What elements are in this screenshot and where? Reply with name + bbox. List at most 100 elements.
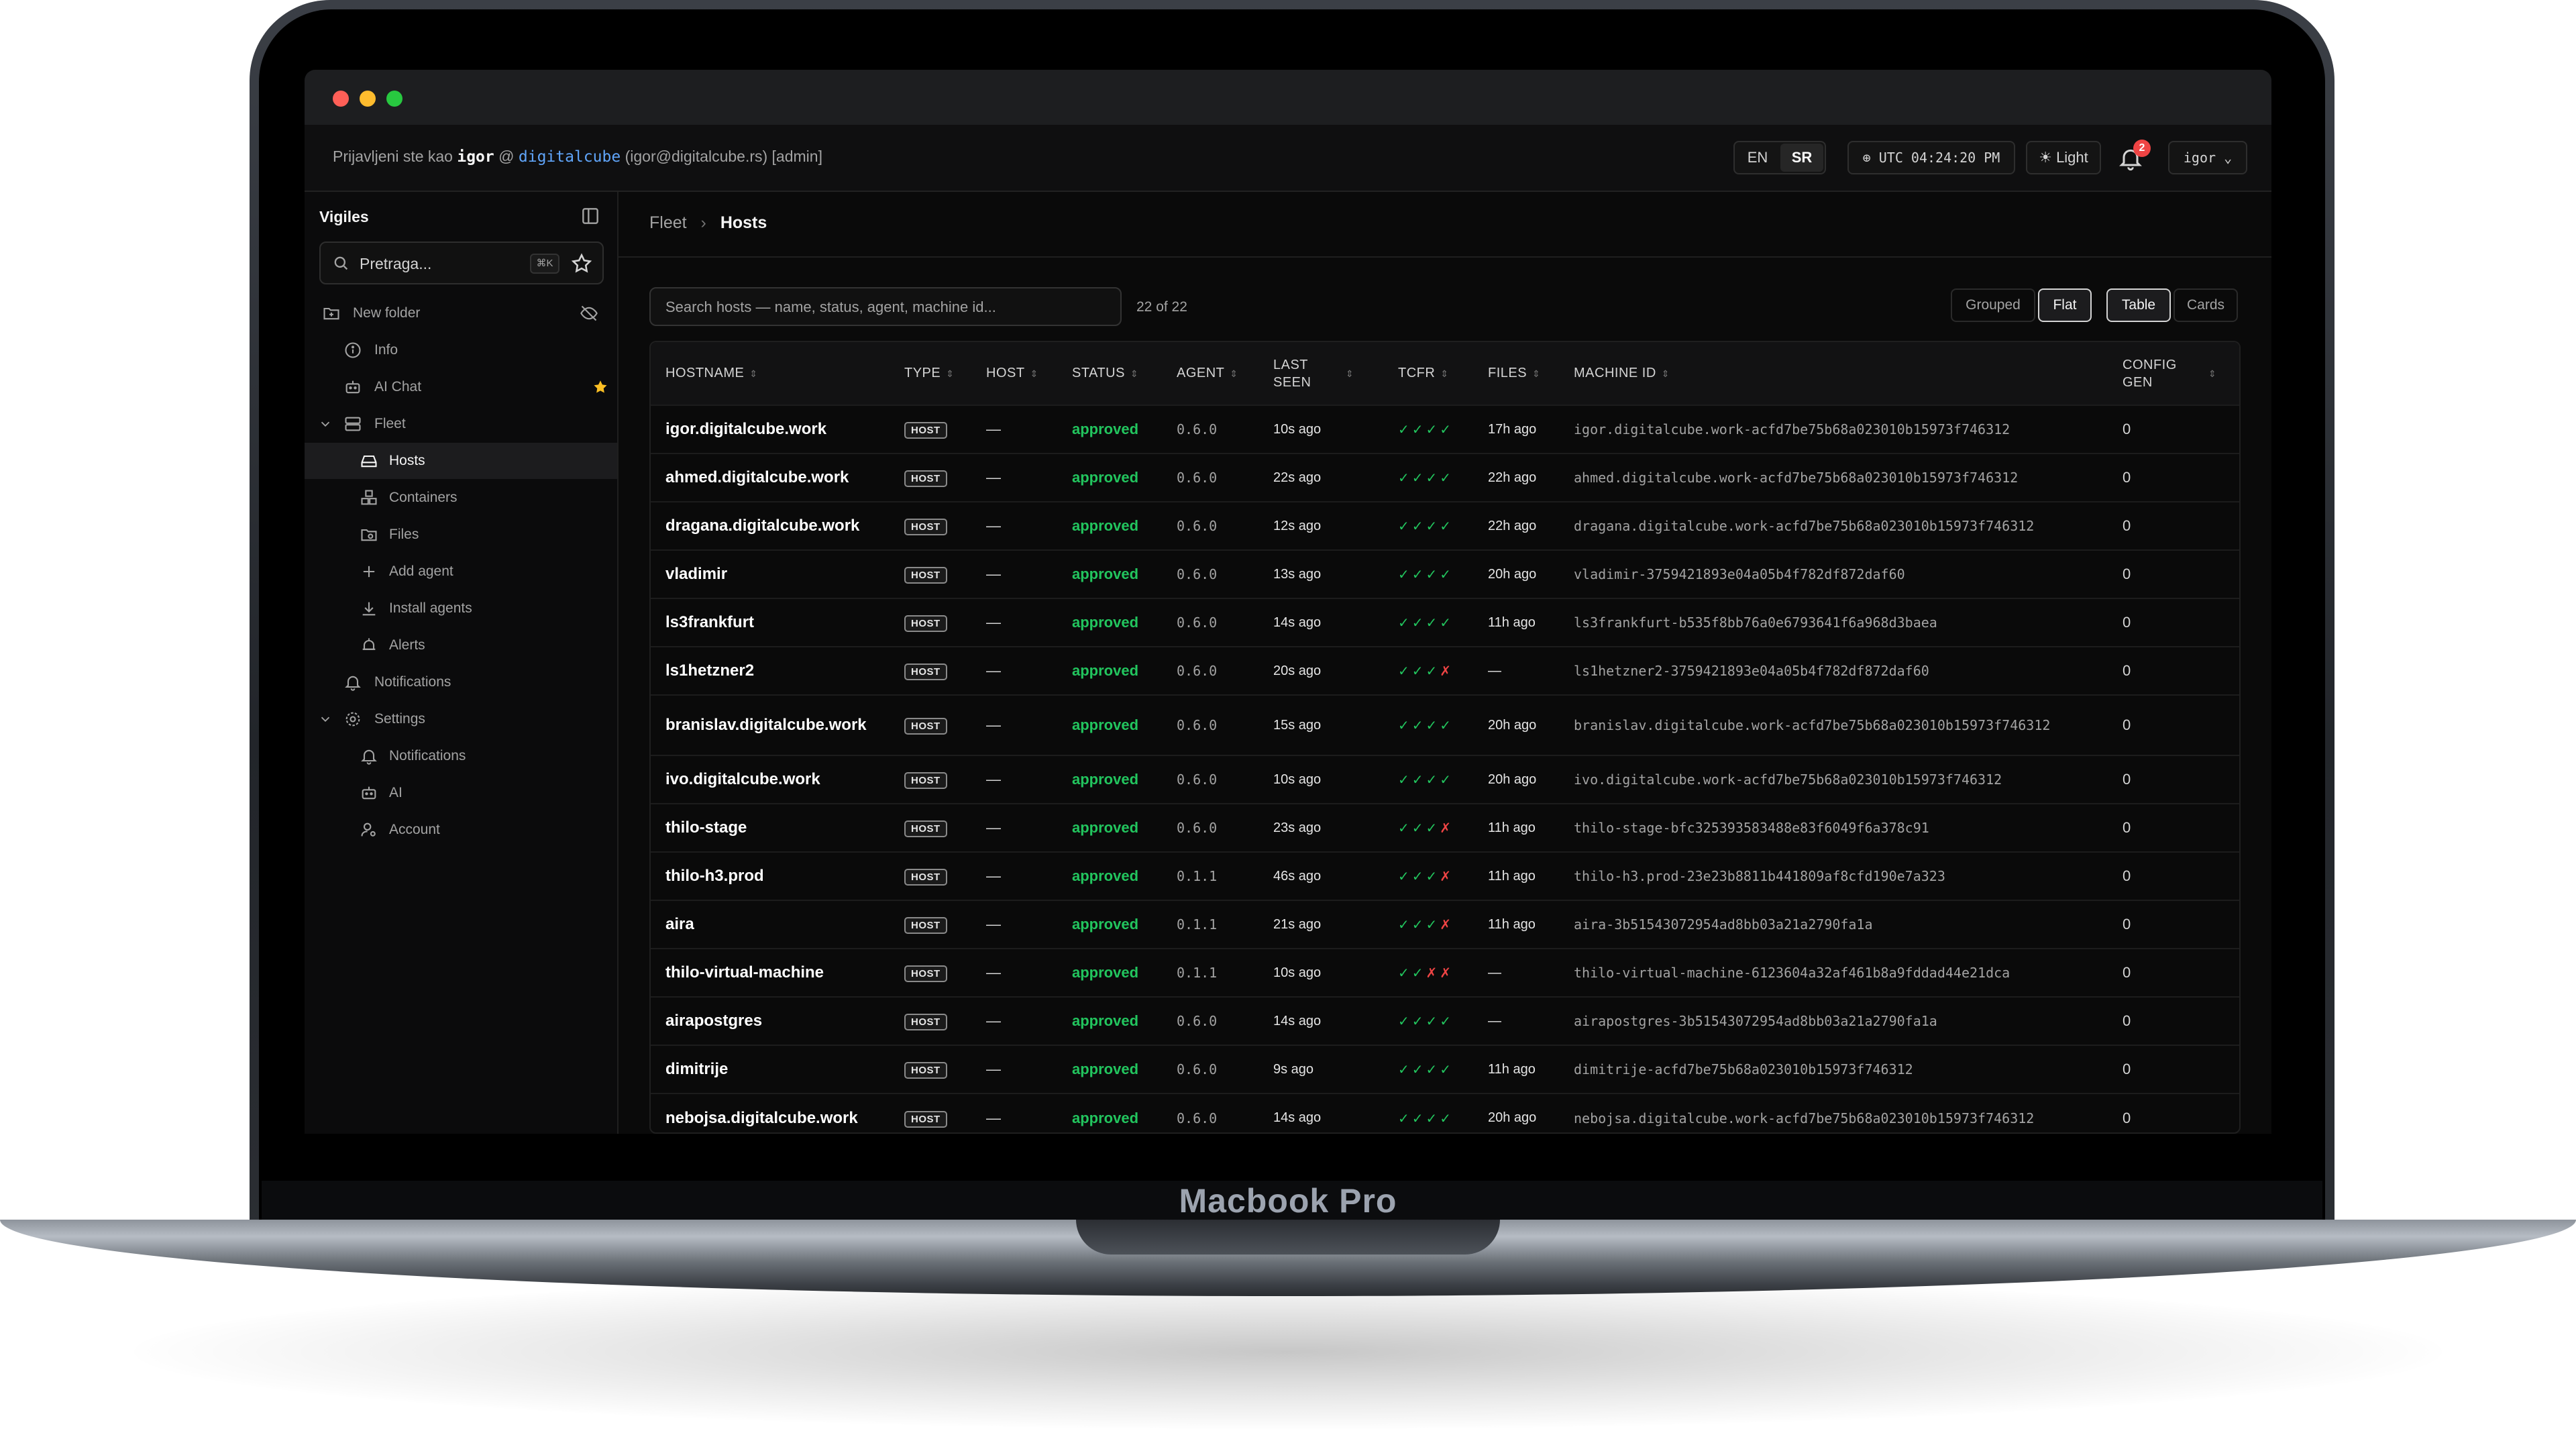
last-seen-cell: 22s ago <box>1273 470 1322 485</box>
hostname-cell[interactable]: ivo.digitalcube.work <box>651 755 890 804</box>
sidebar-item-notifications[interactable]: Notifications <box>305 664 617 700</box>
sidebar-search-placeholder: Pretraga... <box>360 255 432 272</box>
eye-off-icon[interactable] <box>580 304 598 323</box>
files-cell: — <box>1488 1013 1501 1028</box>
table-row[interactable]: dragana.digitalcube.work HOST — approved 0.6… <box>651 502 2239 550</box>
sidebar-item-new-folder[interactable]: New folder <box>305 295 617 331</box>
close-window-button[interactable] <box>333 91 349 107</box>
chevron-down-icon[interactable] <box>318 712 333 727</box>
table-row[interactable]: igor.digitalcube.work HOST — approved 0.6.0 1… <box>651 405 2239 454</box>
theme-toggle-button[interactable]: ☀ Light <box>2026 141 2101 174</box>
mode-table-button[interactable]: Table <box>2106 288 2171 322</box>
hostname-cell[interactable]: ahmed.digitalcube.work <box>651 454 890 502</box>
column-header-agent[interactable]: AGENT ⇕ <box>1162 342 1258 405</box>
sidebar-item-hosts[interactable]: Hosts <box>305 443 617 479</box>
hostname-cell[interactable]: dimitrije <box>651 1045 890 1094</box>
hosts-table: HOSTNAME ⇕ TYPE ⇕ HOST ⇕ STATUS ⇕ AGENT ⇕ LAS… <box>649 341 2241 1134</box>
lang-en-button[interactable]: EN <box>1736 144 1779 172</box>
sidebar-item-install-agents[interactable]: Install agents <box>305 590 617 627</box>
minimize-window-button[interactable] <box>360 91 376 107</box>
type-badge: HOST <box>904 615 947 632</box>
table-row[interactable]: ls3frankfurt HOST — approved 0.6.0 14s ago ✓✓✓… <box>651 598 2239 647</box>
check-mark-icon: ✓ <box>1398 1014 1412 1029</box>
sidebar-item-containers[interactable]: Containers <box>305 480 617 516</box>
hostname-cell[interactable]: aira <box>651 900 890 949</box>
sidebar-collapse-icon[interactable] <box>580 205 601 227</box>
hostname-cell[interactable]: branislav.digitalcube.work <box>651 695 890 755</box>
column-header-status[interactable]: STATUS ⇕ <box>1057 342 1162 405</box>
hostname-cell[interactable]: thilo-stage <box>651 804 890 852</box>
table-row[interactable]: vladimir HOST — approved 0.6.0 13s ago ✓✓✓✓ 20h… <box>651 550 2239 598</box>
table-row[interactable]: branislav.digitalcube.work HOST — approved 0… <box>651 695 2239 755</box>
view-flat-button[interactable]: Flat <box>2038 288 2092 322</box>
tcfr-checks: ✓✓✗✗ <box>1398 964 1454 981</box>
sidebar-item-fleet[interactable]: Fleet <box>305 406 617 442</box>
host-cell: — <box>986 421 1001 437</box>
bot-icon <box>362 786 376 800</box>
table-row[interactable]: thilo-stage HOST — approved 0.6.0 23s ago ✓✓✓✗… <box>651 804 2239 852</box>
sidebar-item-files[interactable]: Files <box>305 517 617 553</box>
table-row[interactable]: airapostgres HOST — approved 0.6.0 14s ago ✓✓✓… <box>651 997 2239 1045</box>
hostname-cell[interactable]: dragana.digitalcube.work <box>651 502 890 550</box>
sidebar-item-ai-chat[interactable]: AI Chat <box>305 369 617 405</box>
sidebar-item-account[interactable]: Account <box>305 812 617 848</box>
hostname-cell[interactable]: nebojsa.digitalcube.work <box>651 1094 890 1132</box>
column-header-hostname[interactable]: HOSTNAME ⇕ <box>651 342 890 405</box>
hostname-cell[interactable]: thilo-h3.prod <box>651 852 890 900</box>
host-search-input[interactable]: Search hosts — name, status, agent, mach… <box>649 287 1122 326</box>
config-gen-cell: 0 <box>2123 1061 2131 1077</box>
column-header-files[interactable]: FILES ⇕ <box>1473 342 1559 405</box>
type-badge: HOST <box>904 820 947 837</box>
column-header-config-gen[interactable]: CONFIG GEN⇕ <box>2108 342 2239 405</box>
view-grouped-button[interactable]: Grouped <box>1951 288 2035 322</box>
config-gen-cell: 0 <box>2123 662 2131 679</box>
sidebar-item-settings[interactable]: Settings <box>305 701 617 737</box>
utc-clock[interactable]: ⊕ UTC 04:24:20 PM <box>1847 141 2015 174</box>
sidebar-item-settings-notifications[interactable]: Notifications <box>305 738 617 774</box>
column-header-last-seen[interactable]: LAST SEEN⇕ <box>1258 342 1383 405</box>
column-header-machine-id[interactable]: MACHINE ID ⇕ <box>1559 342 2108 405</box>
check-mark-icon: ✓ <box>1398 918 1412 933</box>
host-cell: — <box>986 819 1001 836</box>
column-header-host[interactable]: HOST ⇕ <box>971 342 1057 405</box>
column-header-type[interactable]: TYPE ⇕ <box>890 342 971 405</box>
check-mark-icon: ✓ <box>1398 869 1412 884</box>
tcfr-checks: ✓✓✓✓ <box>1398 1012 1454 1029</box>
hostname-cell[interactable]: ls1hetzner2 <box>651 647 890 695</box>
sidebar-item-alerts[interactable]: Alerts <box>305 627 617 663</box>
hostname-cell[interactable]: vladimir <box>651 550 890 598</box>
table-row[interactable]: nebojsa.digitalcube.work HOST — approved 0.6… <box>651 1094 2239 1132</box>
check-mark-icon: ✓ <box>1411 423 1426 437</box>
type-cell: HOST <box>890 598 971 647</box>
hostname-cell[interactable]: thilo-virtual-machine <box>651 949 890 997</box>
favorite-star-icon[interactable] <box>592 378 609 396</box>
sidebar-item-settings-ai[interactable]: AI <box>305 775 617 811</box>
table-row[interactable]: ivo.digitalcube.work HOST — approved 0.6.0 10… <box>651 755 2239 804</box>
last-seen-cell: 14s ago <box>1273 1013 1322 1028</box>
sidebar-search-input[interactable]: Pretraga... ⌘K <box>319 242 604 284</box>
hostname-cell[interactable]: airapostgres <box>651 997 890 1045</box>
sidebar-item-add-agent[interactable]: Add agent <box>305 553 617 590</box>
host-cell: — <box>986 614 1001 631</box>
table-row[interactable]: aira HOST — approved 0.1.1 21s ago ✓✓✓✗ 11h ago… <box>651 900 2239 949</box>
table-row[interactable]: dimitrije HOST — approved 0.6.0 9s ago ✓✓✓✓ 11h… <box>651 1045 2239 1094</box>
fail-mark-icon: ✗ <box>1440 664 1454 679</box>
maximize-window-button[interactable] <box>386 91 402 107</box>
breadcrumb-fleet-link[interactable]: Fleet <box>649 213 687 232</box>
table-row[interactable]: thilo-virtual-machine HOST — approved 0.1.1 1… <box>651 949 2239 997</box>
sidebar-item-info[interactable]: Info <box>305 332 617 368</box>
hostname-cell[interactable]: ls3frankfurt <box>651 598 890 647</box>
login-org[interactable]: digitalcube <box>519 148 621 166</box>
table-row[interactable]: ls1hetzner2 HOST — approved 0.6.0 20s ago ✓✓✓✗… <box>651 647 2239 695</box>
info-icon <box>345 342 361 358</box>
hostname-cell[interactable]: igor.digitalcube.work <box>651 405 890 454</box>
column-header-tcfr[interactable]: TCFR ⇕ <box>1383 342 1473 405</box>
chevron-down-icon[interactable] <box>318 417 333 431</box>
table-row[interactable]: thilo-h3.prod HOST — approved 0.1.1 46s ago ✓✓… <box>651 852 2239 900</box>
config-gen-cell: 0 <box>2123 614 2131 631</box>
star-icon[interactable] <box>570 252 593 275</box>
mode-cards-button[interactable]: Cards <box>2174 288 2238 322</box>
lang-sr-button[interactable]: SR <box>1780 144 1823 172</box>
user-menu-button[interactable]: igor ⌄ <box>2168 141 2247 174</box>
table-row[interactable]: ahmed.digitalcube.work HOST — approved 0.6.0… <box>651 454 2239 502</box>
